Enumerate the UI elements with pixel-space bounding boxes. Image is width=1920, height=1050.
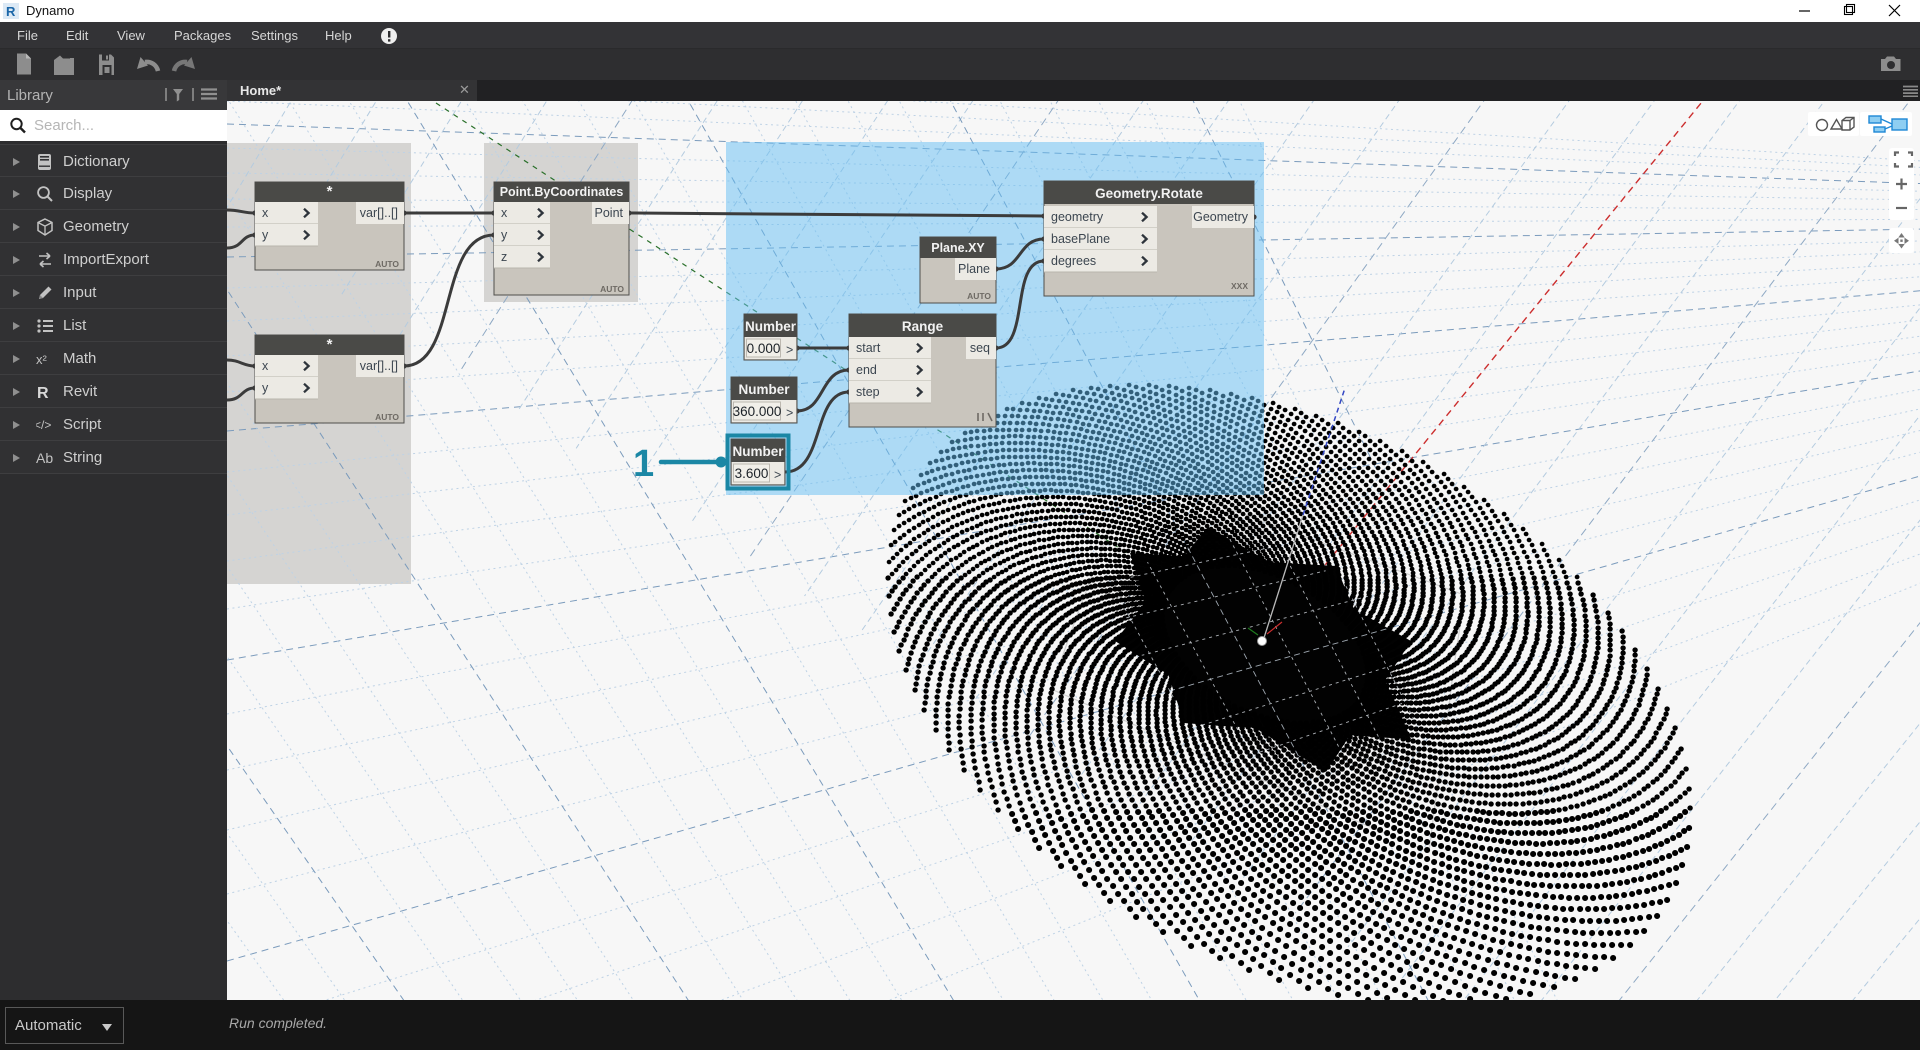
svg-text:step: step: [856, 385, 880, 399]
svg-text:>: >: [786, 406, 793, 420]
svg-text:1: 1: [633, 443, 654, 485]
svg-text:Ab: Ab: [36, 450, 53, 466]
svg-text:360.000: 360.000: [733, 404, 782, 419]
svg-text:var[]..[]: var[]..[]: [360, 206, 398, 220]
svg-text:Point: Point: [595, 206, 624, 220]
svg-text:AUTO: AUTO: [375, 259, 399, 269]
svg-text:Geometry: Geometry: [1193, 210, 1249, 224]
svg-text:XXX: XXX: [1231, 281, 1248, 291]
svg-text:0.000: 0.000: [747, 341, 781, 356]
svg-text:Range: Range: [902, 319, 944, 334]
svg-text:seq: seq: [970, 341, 990, 355]
svg-text:geometry: geometry: [1051, 210, 1104, 224]
svg-text:y: y: [501, 228, 508, 242]
svg-text:AUTO: AUTO: [967, 291, 991, 301]
svg-text:>: >: [774, 468, 781, 482]
svg-text:Number: Number: [738, 382, 790, 397]
svg-text:Plane: Plane: [958, 262, 990, 276]
svg-text:x: x: [262, 206, 269, 220]
svg-text:y: y: [262, 228, 269, 242]
svg-text:x: x: [501, 206, 508, 220]
svg-text:Number: Number: [745, 319, 797, 334]
svg-text:*: *: [327, 183, 333, 200]
svg-text:R: R: [6, 4, 16, 19]
svg-text:end: end: [856, 363, 877, 377]
svg-text:AUTO: AUTO: [600, 284, 624, 294]
svg-text:>: >: [786, 343, 793, 357]
svg-text:y: y: [262, 381, 269, 395]
svg-text:x: x: [262, 359, 269, 373]
svg-text:z: z: [501, 250, 507, 264]
svg-text:degrees: degrees: [1051, 254, 1096, 268]
svg-text:x²: x²: [36, 352, 48, 367]
svg-text:*: *: [327, 336, 333, 353]
svg-text:Point.ByCoordinates: Point.ByCoordinates: [500, 185, 624, 199]
svg-text:Plane.XY: Plane.XY: [931, 241, 985, 255]
svg-text:Geometry.Rotate: Geometry.Rotate: [1095, 186, 1203, 201]
svg-text:3.600: 3.600: [735, 466, 769, 481]
svg-text:basePlane: basePlane: [1051, 232, 1110, 246]
svg-text:</>: </>: [36, 418, 51, 432]
svg-text:R: R: [37, 385, 49, 401]
svg-text:start: start: [856, 341, 881, 355]
svg-text:AUTO: AUTO: [375, 412, 399, 422]
svg-text:Number: Number: [732, 444, 784, 459]
svg-text:var[]..[]: var[]..[]: [360, 359, 398, 373]
